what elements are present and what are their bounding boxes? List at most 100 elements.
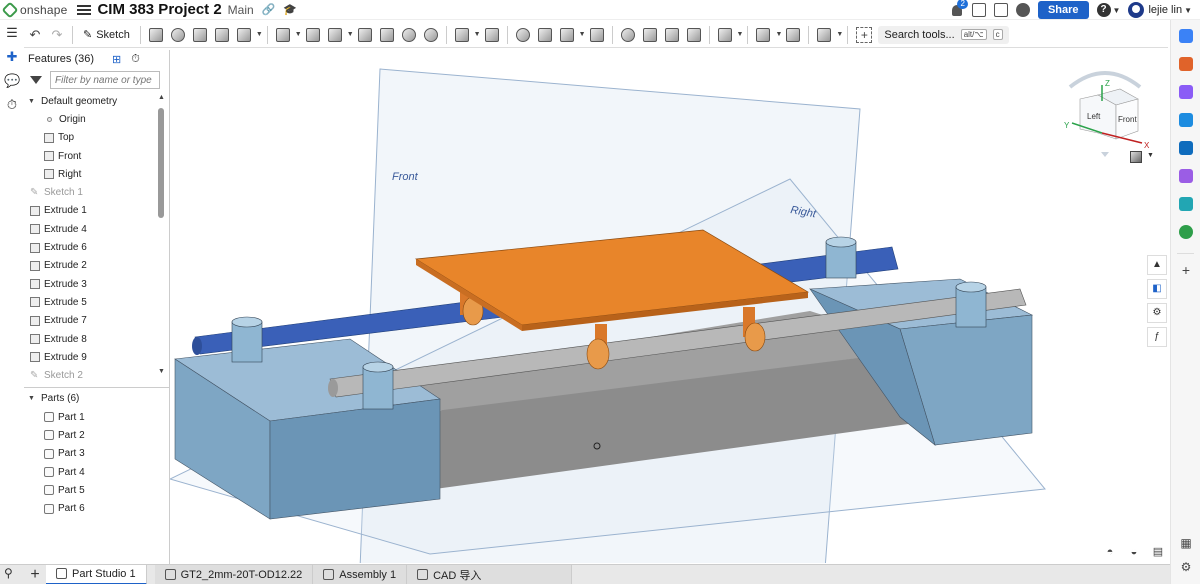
scroll-up-icon[interactable]: ▲ <box>158 94 165 101</box>
paper-plane-icon[interactable] <box>1179 197 1193 211</box>
chevron-down-icon[interactable]: ▼ <box>737 31 744 38</box>
undo-button[interactable]: ↶ <box>24 24 46 46</box>
filter-input[interactable] <box>50 71 160 89</box>
variables-table-icon[interactable]: ƒ <box>1147 327 1167 347</box>
bushing[interactable] <box>744 322 766 352</box>
revolve-icon[interactable] <box>167 24 189 46</box>
feature-scrollbar[interactable] <box>158 108 164 218</box>
plane-icon[interactable] <box>714 24 736 46</box>
graphics-viewport[interactable]: Front Right Left Front Z Y X ▼ <box>170 49 1168 563</box>
list-item[interactable]: Extrude 3 <box>24 275 169 293</box>
move-face-icon[interactable] <box>661 24 683 46</box>
help-dropdown-icon[interactable]: ▼ <box>1113 6 1121 15</box>
list-item[interactable]: Part 4 <box>24 463 169 481</box>
list-item[interactable]: Extrude 6 <box>24 238 169 256</box>
sheet-metal-icon[interactable] <box>813 24 835 46</box>
wand-icon[interactable] <box>1179 169 1193 183</box>
list-item[interactable]: Extrude 8 <box>24 330 169 348</box>
list-item[interactable]: Extrude 2 <box>24 257 169 275</box>
rollback-timer-icon[interactable]: ⏱ <box>131 53 140 66</box>
tab-cad-import[interactable]: CAD 导入 <box>407 564 573 584</box>
add-tab-button[interactable]: + <box>24 566 46 584</box>
tab-part-studio-1[interactable]: Part Studio 1 <box>46 564 147 584</box>
appearance-icon[interactable]: ▲ <box>1147 255 1167 275</box>
view-mode-icon[interactable] <box>1130 151 1142 163</box>
rotate-down-icon[interactable] <box>1101 152 1109 157</box>
app-store-icon[interactable] <box>993 3 1008 17</box>
document-title[interactable]: CIM 383 Project 2 <box>97 1 221 18</box>
chevron-down-icon[interactable]: ▼ <box>579 31 586 38</box>
filter-icon[interactable] <box>30 76 42 84</box>
modify-fillet-icon[interactable] <box>617 24 639 46</box>
help-icon[interactable]: ? <box>1096 3 1111 17</box>
shell-icon[interactable] <box>354 24 376 46</box>
list-item[interactable]: Origin <box>24 110 169 128</box>
rail-mount[interactable] <box>231 321 263 363</box>
menu-icon[interactable] <box>77 4 92 15</box>
list-item[interactable]: Extrude 9 <box>24 348 169 366</box>
chevron-down-icon[interactable]: ▼ <box>28 395 36 402</box>
list-item[interactable]: ✎ Sketch 2 <box>24 366 169 384</box>
boolean-icon[interactable] <box>512 24 534 46</box>
list-item[interactable]: Extrude 5 <box>24 293 169 311</box>
surface-icon[interactable] <box>782 24 804 46</box>
feature-list-icon[interactable]: ☰ <box>4 26 20 40</box>
mirror-icon[interactable] <box>481 24 503 46</box>
parts-group[interactable]: ▼ Parts (6) <box>24 390 169 408</box>
view-cube[interactable]: Left Front Z Y X <box>1050 59 1160 169</box>
list-item[interactable]: Part 3 <box>24 445 169 463</box>
pattern-icon[interactable] <box>451 24 473 46</box>
add-folder-icon[interactable]: ⊞ <box>112 53 121 66</box>
chamfer-icon[interactable] <box>302 24 324 46</box>
notifications-button[interactable]: 2 <box>950 0 968 17</box>
chevron-down-icon[interactable]: ▼ <box>28 98 36 105</box>
draft-icon[interactable] <box>324 24 346 46</box>
history-icon[interactable]: ⏱ <box>4 98 20 112</box>
rail-mount[interactable] <box>955 286 987 328</box>
chevron-down-icon[interactable]: ▼ <box>1147 152 1154 159</box>
list-item[interactable]: Top <box>24 129 169 147</box>
add-icon[interactable]: + <box>1179 263 1193 277</box>
onshape-logo[interactable]: onshape <box>1 1 67 18</box>
copilot-icon[interactable] <box>1179 113 1193 127</box>
chevron-down-icon[interactable]: ▼ <box>347 31 354 38</box>
list-item[interactable]: Part 6 <box>24 500 169 518</box>
layout-icon[interactable]: ▦ <box>1179 536 1193 550</box>
rib-icon[interactable] <box>398 24 420 46</box>
chevron-down-icon[interactable]: ▼ <box>775 31 782 38</box>
chevron-down-icon[interactable]: ▼ <box>256 31 263 38</box>
scroll-down-icon[interactable]: ▼ <box>158 368 165 375</box>
model-scene[interactable]: Front Right <box>170 49 1168 563</box>
sweep-icon[interactable] <box>189 24 211 46</box>
graduation-cap-icon[interactable]: 🎓 <box>283 3 297 16</box>
default-geometry-group[interactable]: ▼ Default geometry <box>24 92 169 110</box>
comments-icon[interactable]: 💬 <box>4 74 20 88</box>
list-item[interactable]: Right <box>24 165 169 183</box>
explode-icon[interactable]: ⚙ <box>1147 303 1167 323</box>
search-tools-button[interactable]: Search tools... alt/⌥ c <box>878 25 1009 44</box>
split-icon[interactable] <box>534 24 556 46</box>
list-item[interactable]: Extrude 4 <box>24 220 169 238</box>
thicken-icon[interactable] <box>233 24 255 46</box>
tab-gt2-pulley[interactable]: GT2_2mm-20T-OD12.22 <box>154 564 314 584</box>
measure-icon[interactable]: ◓ <box>1102 546 1118 558</box>
list-item[interactable]: Part 2 <box>24 426 169 444</box>
chevron-down-icon[interactable]: ▼ <box>295 31 302 38</box>
document-list-icon[interactable] <box>971 3 986 17</box>
tab-manager-icon[interactable]: ⚲ <box>4 566 13 580</box>
variables-icon[interactable]: ✚ <box>4 50 20 64</box>
chevron-down-icon[interactable]: ▼ <box>474 31 481 38</box>
helix-icon[interactable] <box>752 24 774 46</box>
hole-icon[interactable] <box>376 24 398 46</box>
chevron-down-icon[interactable]: ▼ <box>836 31 843 38</box>
outlook-icon[interactable] <box>1179 141 1193 155</box>
rail-mount[interactable] <box>825 241 857 279</box>
user-name[interactable]: lejie lin <box>1148 4 1182 16</box>
loft-icon[interactable] <box>211 24 233 46</box>
list-item[interactable]: ✎ Sketch 1 <box>24 183 169 201</box>
list-item[interactable]: Extrude 1 <box>24 202 169 220</box>
delete-part-icon[interactable] <box>586 24 608 46</box>
fillet-icon[interactable] <box>272 24 294 46</box>
tag-icon[interactable] <box>1179 29 1193 43</box>
list-item[interactable]: Front <box>24 147 169 165</box>
